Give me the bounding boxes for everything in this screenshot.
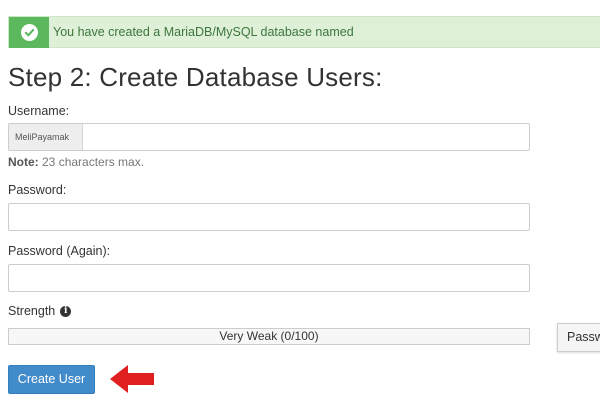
success-banner: You have created a MariaDB/MySQL databas… xyxy=(8,16,600,48)
strength-meter-text: Very Weak (0/100) xyxy=(219,329,319,343)
username-label: Username: xyxy=(8,104,70,118)
note-text: 23 characters max. xyxy=(38,155,145,169)
arrow-left-icon xyxy=(110,365,154,393)
username-prefix: MeliPayamak xyxy=(9,124,83,150)
check-circle-icon xyxy=(20,24,38,41)
username-input[interactable]: MeliPayamak xyxy=(8,123,530,151)
username-note: Note: 23 characters max. xyxy=(8,155,144,169)
create-user-button[interactable]: Create User xyxy=(8,365,95,394)
banner-icon-container xyxy=(9,17,49,48)
strength-meter: Very Weak (0/100) xyxy=(8,328,530,345)
password-again-input[interactable] xyxy=(8,264,530,292)
password-again-label: Password (Again): xyxy=(8,244,111,258)
strength-label: Strength xyxy=(8,304,56,318)
password-input[interactable] xyxy=(8,203,530,231)
page-title: Step 2: Create Database Users: xyxy=(8,62,383,92)
note-label: Note: xyxy=(8,155,39,169)
password-generator-button[interactable]: Passw xyxy=(557,323,600,352)
banner-message: You have created a MariaDB/MySQL databas… xyxy=(53,25,354,39)
info-icon[interactable]: i xyxy=(60,305,72,317)
strength-row: Strength i xyxy=(8,304,72,318)
password-label: Password: xyxy=(8,183,67,197)
